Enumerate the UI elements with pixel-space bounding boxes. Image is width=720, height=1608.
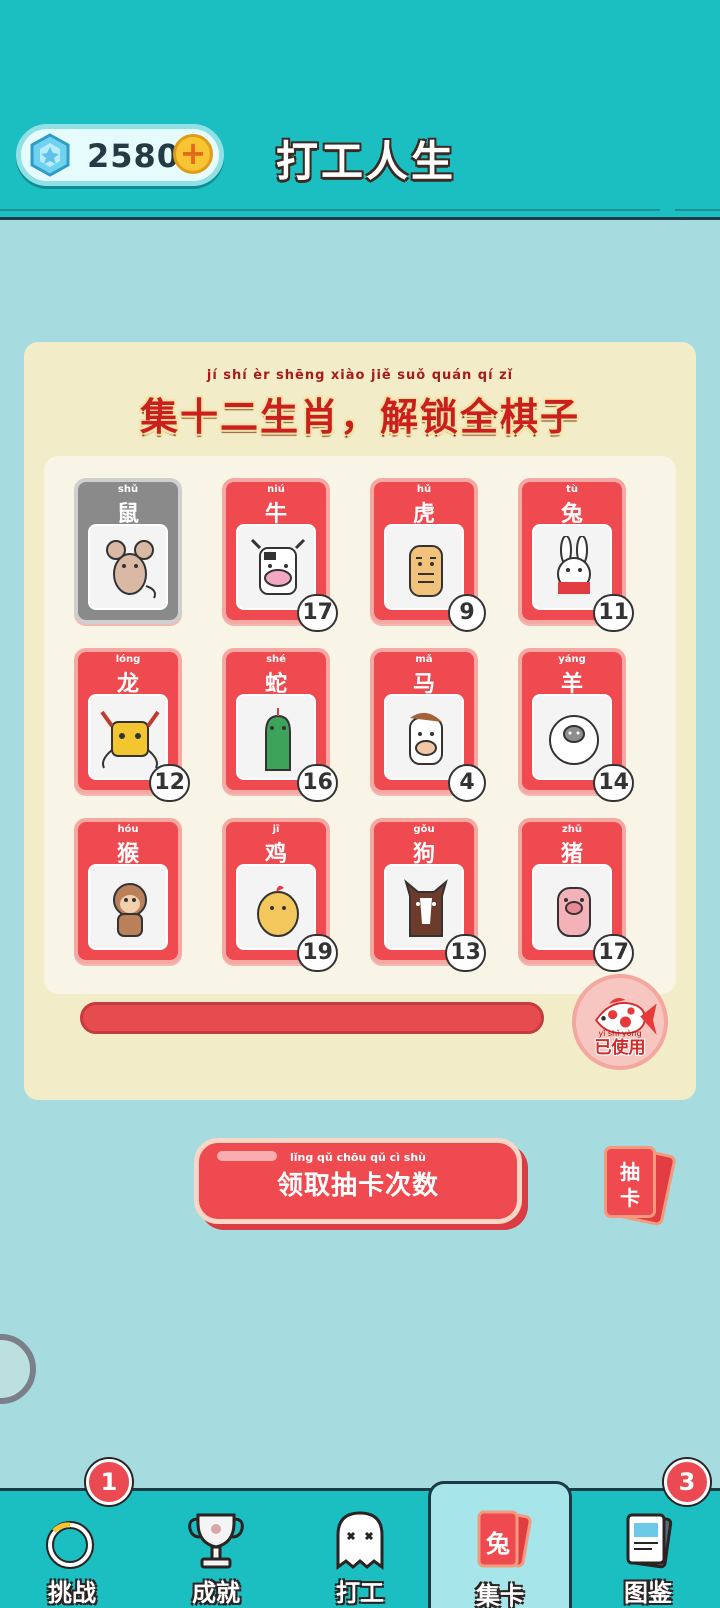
zodiac-card[interactable]: niú 牛 17: [222, 478, 338, 632]
notification-badge: 3: [664, 1459, 710, 1505]
rabbit-icon: [557, 536, 591, 594]
card-art: [88, 524, 168, 610]
card-count-badge: 12: [149, 764, 190, 802]
card-pinyin: yáng: [558, 654, 586, 665]
monkey-icon: [113, 883, 147, 937]
card-count-badge: 4: [448, 764, 486, 802]
nav-tab-handbook[interactable]: 图鉴 3: [576, 1459, 720, 1608]
book-icon: [618, 1509, 678, 1573]
notification-badge: 1: [86, 1459, 132, 1505]
collection-banner: jí shí èr shēng xiào jiě suǒ quán qí zǐ …: [24, 368, 696, 441]
zodiac-card[interactable]: tù 兔 11: [518, 478, 634, 632]
pig-icon: [557, 887, 591, 937]
sheep-icon: [549, 715, 599, 765]
claim-label: 领取抽卡次数: [276, 1171, 439, 1201]
top-header: 2580 + 打工人生: [0, 0, 720, 220]
gem-count: 2580: [87, 137, 181, 175]
snake-icon: [265, 708, 291, 771]
zodiac-card[interactable]: yáng 羊 14: [518, 648, 634, 802]
card-count-badge: 13: [445, 934, 486, 972]
card-pinyin: tù: [566, 484, 578, 495]
zodiac-collection-panel: jí shí èr shēng xiào jiě suǒ quán qí zǐ …: [24, 342, 696, 1100]
rat-icon: [106, 540, 156, 599]
nav-tab-achievements[interactable]: 成就: [144, 1491, 288, 1608]
chicken-icon: [257, 885, 299, 937]
nav-label: 成就: [192, 1579, 240, 1607]
nav-label: 图鉴: [624, 1579, 672, 1607]
zodiac-card[interactable]: gǒu 狗 13: [370, 818, 486, 972]
zodiac-card[interactable]: jī 鸡 19: [222, 818, 338, 972]
card-pinyin: shé: [266, 654, 286, 665]
zodiac-card[interactable]: zhū 猪 17: [518, 818, 634, 972]
plus-icon[interactable]: +: [173, 134, 213, 174]
nav-label: 打工: [336, 1579, 384, 1607]
gem-balance[interactable]: 2580 +: [16, 124, 224, 186]
zodiac-card[interactable]: lóng 龙 12: [74, 648, 190, 802]
banner-title: 集十二生肖，解锁全棋子: [139, 394, 580, 439]
ox-icon: [250, 538, 306, 595]
card-count-badge: 9: [448, 594, 486, 632]
page-title: 打工人生: [276, 137, 457, 186]
bottom-nav: 挑战 1 成就 打工 兔 集卡 图鉴 3: [0, 1459, 720, 1608]
koi-used-label: 已使用: [594, 1038, 646, 1058]
nav-label: 挑战: [48, 1579, 96, 1607]
diamond-gem-icon: [29, 133, 71, 177]
zodiac-card[interactable]: shé 蛇 16: [222, 648, 338, 802]
card-count-badge: 19: [297, 934, 338, 972]
side-floating-button[interactable]: [0, 1334, 36, 1404]
horse-icon: [409, 712, 443, 765]
tiger-icon: [409, 545, 443, 597]
card-pinyin: gǒu: [413, 824, 435, 835]
zodiac-card[interactable]: hǔ 虎 9: [370, 478, 486, 632]
zodiac-card[interactable]: shǔ 鼠: [74, 478, 182, 624]
card-art: [384, 524, 464, 610]
card-art: [88, 864, 168, 950]
claim-pinyin: lǐng qǔ chōu qǔ cì shù: [289, 1151, 427, 1164]
card-pinyin: jī: [272, 824, 280, 835]
card-pinyin: hóu: [117, 824, 139, 835]
collection-progress-bar: [80, 1002, 544, 1034]
card-count-badge: 17: [593, 934, 634, 972]
dog-icon: [404, 879, 448, 937]
card-count-badge: 17: [297, 594, 338, 632]
koi-badge[interactable]: yǐ shǐ yòng 已使用: [572, 974, 668, 1070]
card-pinyin: hǔ: [416, 484, 432, 495]
nav-tab-collect-cards[interactable]: 兔 集卡: [428, 1481, 572, 1608]
nav-tab-work[interactable]: 打工: [288, 1491, 432, 1608]
card-count-badge: 14: [593, 764, 634, 802]
zodiac-card[interactable]: mǎ 马 4: [370, 648, 486, 802]
card-text: 兔: [486, 1530, 510, 1558]
card-pinyin: zhū: [561, 824, 583, 835]
card-count-badge: 16: [297, 764, 338, 802]
card-pinyin: shǔ: [117, 484, 139, 495]
trophy-icon: [186, 1509, 246, 1573]
claim-draws-button[interactable]: lǐng qǔ chōu qǔ cì shù 领取抽卡次数: [194, 1138, 522, 1224]
card-pinyin: mǎ: [415, 654, 433, 665]
card-count-badge: 11: [593, 594, 634, 632]
ghost-icon: [330, 1509, 390, 1573]
draw-card-label: 抽卡: [620, 1160, 640, 1210]
rabbit-card-icon: 兔: [473, 1508, 533, 1572]
card-pinyin: lóng: [115, 654, 141, 665]
draw-card-button[interactable]: 抽卡: [600, 1142, 680, 1227]
dragon-icon: [100, 710, 160, 769]
zodiac-card[interactable]: hóu 猴: [74, 818, 182, 964]
ring-icon: [42, 1509, 102, 1573]
banner-pinyin: jí shí èr shēng xiào jiě suǒ quán qí zǐ: [206, 368, 514, 383]
zodiac-card-grid: shǔ 鼠 niú 牛 17 hǔ 虎 9 tù 兔 11 lóng 龙 12 shé 蛇 16 mǎ 马 4 yáng…: [44, 456, 676, 994]
nav-tab-challenge[interactable]: 挑战 1: [0, 1459, 144, 1608]
draw-card-front: 抽卡: [604, 1146, 656, 1218]
nav-label: 集卡: [476, 1582, 524, 1608]
card-pinyin: niú: [267, 484, 285, 495]
card-art: [384, 694, 464, 780]
